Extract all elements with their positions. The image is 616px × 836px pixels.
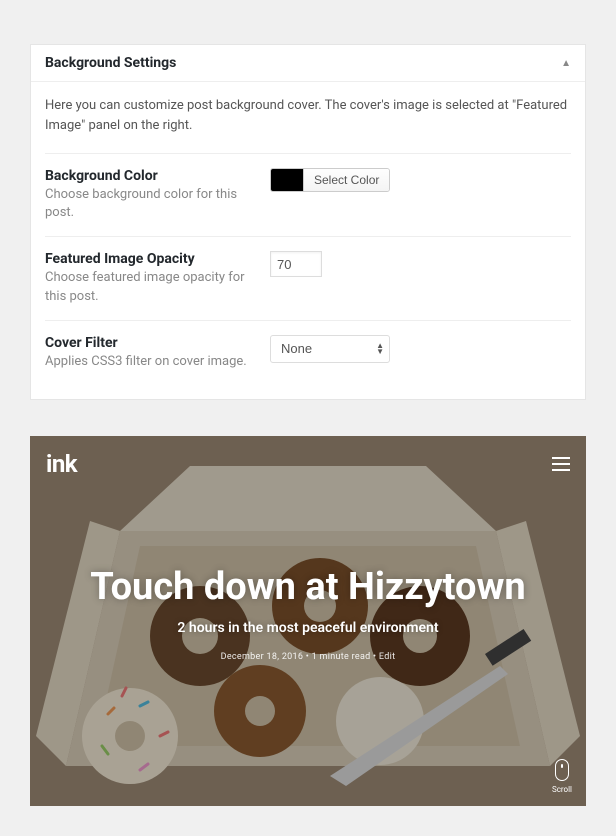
filter-select[interactable]: None	[270, 335, 390, 363]
filter-desc: Applies CSS3 filter on cover image.	[45, 353, 260, 371]
post-cover-preview: ink Touch down at Hizzytown 2 hours in t…	[30, 436, 586, 806]
post-title: Touch down at Hizzytown	[58, 565, 558, 609]
preview-topbar: ink	[46, 450, 570, 478]
opacity-label: Featured Image Opacity	[45, 251, 260, 267]
scroll-indicator[interactable]: Scroll	[552, 759, 572, 794]
post-meta: December 18, 2016 • 1 minute read • Edit	[58, 652, 558, 662]
setting-row-bg-color: Background Color Choose background color…	[45, 153, 571, 236]
background-settings-panel: Background Settings ▲ Here you can custo…	[30, 44, 586, 400]
color-picker: Select Color	[270, 168, 390, 192]
setting-row-opacity: Featured Image Opacity Choose featured i…	[45, 236, 571, 319]
panel-intro: Here you can customize post background c…	[45, 96, 571, 135]
color-swatch[interactable]	[271, 169, 303, 191]
opacity-desc: Choose featured image opacity for this p…	[45, 269, 260, 305]
scroll-label: Scroll	[552, 785, 572, 794]
site-logo[interactable]: ink	[46, 450, 77, 478]
select-color-button[interactable]: Select Color	[303, 169, 389, 191]
setting-row-filter: Cover Filter Applies CSS3 filter on cove…	[45, 320, 571, 385]
bg-color-label: Background Color	[45, 168, 260, 184]
collapse-icon: ▲	[561, 58, 571, 69]
mouse-icon	[555, 759, 569, 781]
panel-header[interactable]: Background Settings ▲	[31, 45, 585, 82]
panel-title: Background Settings	[45, 55, 176, 71]
filter-label: Cover Filter	[45, 335, 260, 351]
post-subtitle: 2 hours in the most peaceful environment	[168, 619, 448, 639]
cover-content: Touch down at Hizzytown 2 hours in the m…	[58, 565, 558, 663]
panel-body: Here you can customize post background c…	[31, 82, 585, 399]
bg-color-desc: Choose background color for this post.	[45, 186, 260, 222]
menu-icon[interactable]	[552, 457, 570, 471]
opacity-input[interactable]	[270, 251, 322, 277]
